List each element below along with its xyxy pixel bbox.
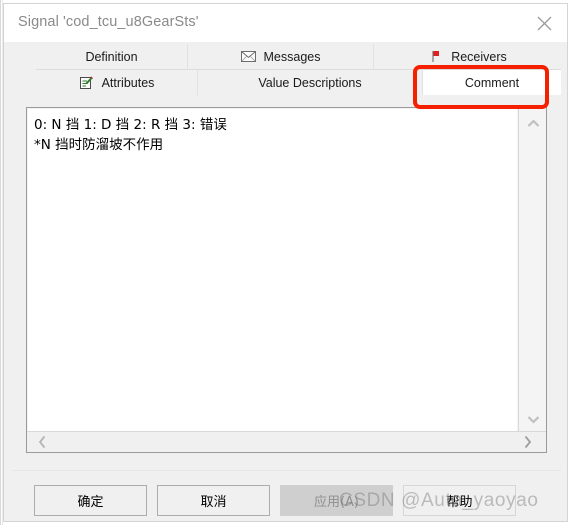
comment-tab-panel: 0: N 挡 1: D 挡 2: R 挡 3: 错误 *N 挡时防溜坡不作用: [12, 95, 561, 465]
chevron-up-icon[interactable]: [524, 114, 542, 132]
tab-comment-label: Comment: [464, 75, 520, 90]
envelope-icon: [241, 49, 257, 65]
tab-messages-label: Messages: [263, 49, 321, 64]
tab-definition-label: Definition: [85, 49, 138, 64]
comment-line: *N 挡时防溜坡不作用: [34, 137, 164, 153]
tab-comment[interactable]: Comment: [423, 70, 561, 96]
chevron-left-icon[interactable]: [33, 433, 51, 451]
cancel-button[interactable]: 取消: [157, 485, 270, 516]
dialog-button-bar: 确定 取消 应用(A) 帮助: [12, 470, 561, 516]
vertical-scrollbar[interactable]: [518, 108, 546, 432]
comment-line: 0: N 挡 1: D 挡 2: R 挡 3: 错误: [34, 117, 227, 133]
comment-editor[interactable]: 0: N 挡 1: D 挡 2: R 挡 3: 错误 *N 挡时防溜坡不作用: [26, 107, 547, 453]
cancel-button-label: 取消: [200, 495, 227, 510]
tab-attributes[interactable]: Attributes: [36, 70, 198, 96]
tab-messages[interactable]: Messages: [188, 44, 374, 70]
tab-receivers-label: Receivers: [451, 49, 507, 64]
help-button[interactable]: 帮助: [403, 485, 516, 516]
close-button[interactable]: [522, 4, 567, 41]
tab-definition[interactable]: Definition: [36, 44, 188, 70]
horizontal-scrollbar[interactable]: [27, 431, 546, 452]
apply-button-label: 应用(A): [313, 495, 360, 510]
tab-row-1: Definition Messages Receivers: [12, 44, 561, 70]
dialog-titlebar: Signal 'cod_tcu_u8GearSts': [4, 4, 567, 42]
chevron-down-icon[interactable]: [524, 410, 542, 428]
dialog-title: Signal 'cod_tcu_u8GearSts': [18, 14, 199, 30]
ok-button-label: 确定: [77, 495, 104, 510]
signal-properties-dialog: Signal 'cod_tcu_u8GearSts' Definition Me…: [3, 3, 568, 522]
apply-button: 应用(A): [280, 485, 393, 516]
help-button-label: 帮助: [446, 495, 473, 510]
ok-button[interactable]: 确定: [34, 485, 147, 516]
note-pencil-icon: [79, 75, 95, 91]
tab-attributes-label: Attributes: [101, 75, 155, 90]
comment-textarea[interactable]: 0: N 挡 1: D 挡 2: R 挡 3: 错误 *N 挡时防溜坡不作用: [28, 109, 517, 431]
tab-receivers[interactable]: Receivers: [374, 44, 561, 70]
tab-value-descriptions-label: Value Descriptions: [258, 75, 362, 90]
tab-row-2: Attributes Value Descriptions Comment: [12, 70, 561, 96]
chevron-right-icon[interactable]: [518, 433, 536, 451]
tab-strip: Definition Messages Receivers Attributes…: [12, 44, 561, 96]
red-flag-icon: [428, 49, 444, 65]
tab-value-descriptions[interactable]: Value Descriptions: [198, 70, 423, 96]
page-edge-line: [0, 0, 1, 525]
